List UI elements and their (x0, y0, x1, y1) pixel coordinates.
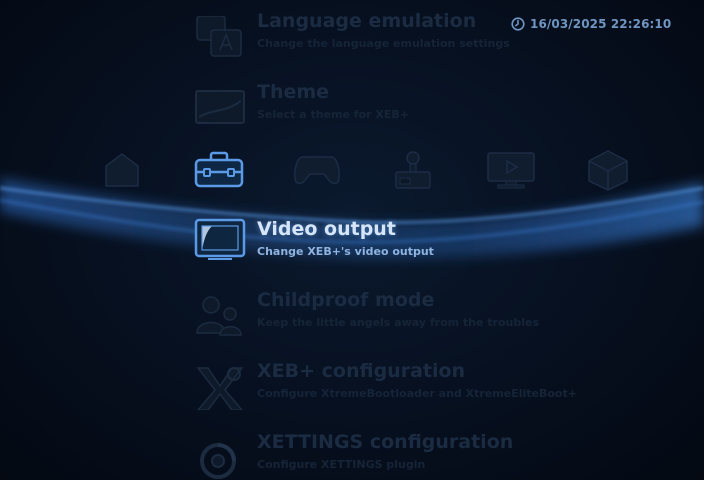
menu-item-title: Childproof mode (257, 289, 435, 311)
tv-play-icon (487, 152, 535, 189)
network-device-icon (395, 151, 431, 189)
menu-item-description: Select a theme for XEB+ (257, 108, 409, 121)
menu-item-title: Language emulation (257, 10, 477, 32)
menu-item-video-output[interactable]: Video output Change XEB+'s video output (194, 218, 664, 274)
home-icon (105, 153, 139, 187)
theme-icon (195, 90, 245, 124)
category-game[interactable] (290, 147, 344, 193)
category-settings[interactable] (192, 147, 246, 193)
xeb-logo-icon (196, 367, 244, 410)
category-package[interactable] (581, 147, 635, 193)
category-home[interactable] (95, 147, 149, 193)
gamepad-icon (294, 156, 340, 185)
menu-item-description: Change XEB+'s video output (257, 245, 434, 258)
menu-item-title: XEB+ configuration (257, 360, 466, 382)
toolbox-icon (194, 151, 244, 188)
users-icon (196, 296, 242, 336)
menu-item-childproof-mode[interactable]: Childproof mode Keep the little angels a… (194, 289, 664, 345)
menu-item-description: Configure XtremeBootloader and XtremeEli… (257, 387, 577, 400)
display-icon (194, 218, 246, 260)
menu-item-description: Configure XETTINGS plugin (257, 458, 426, 471)
menu-item-title: Theme (257, 81, 330, 103)
menu-item-xeb-configuration[interactable]: XEB+ configuration Configure XtremeBootl… (194, 360, 664, 416)
menu-item-language-emulation[interactable]: Language emulation Change the language e… (194, 10, 664, 66)
category-network[interactable] (386, 147, 440, 193)
menu-item-xettings-configuration[interactable]: XETTINGS configuration Configure XETTING… (194, 431, 664, 480)
package-box-icon (588, 150, 628, 191)
xettings-icon (200, 443, 236, 479)
language-icon (196, 16, 242, 57)
menu-item-description: Keep the little angels away from the tro… (257, 316, 540, 329)
menu-item-title: Video output (257, 218, 396, 240)
category-video[interactable] (484, 147, 538, 193)
xmb-screen: 16/03/2025 22:26:10 Language emulation C… (0, 0, 704, 480)
menu-item-theme[interactable]: Theme Select a theme for XEB+ (194, 81, 664, 137)
menu-item-title: XETTINGS configuration (257, 431, 514, 453)
menu-item-description: Change the language emulation settings (257, 37, 510, 50)
